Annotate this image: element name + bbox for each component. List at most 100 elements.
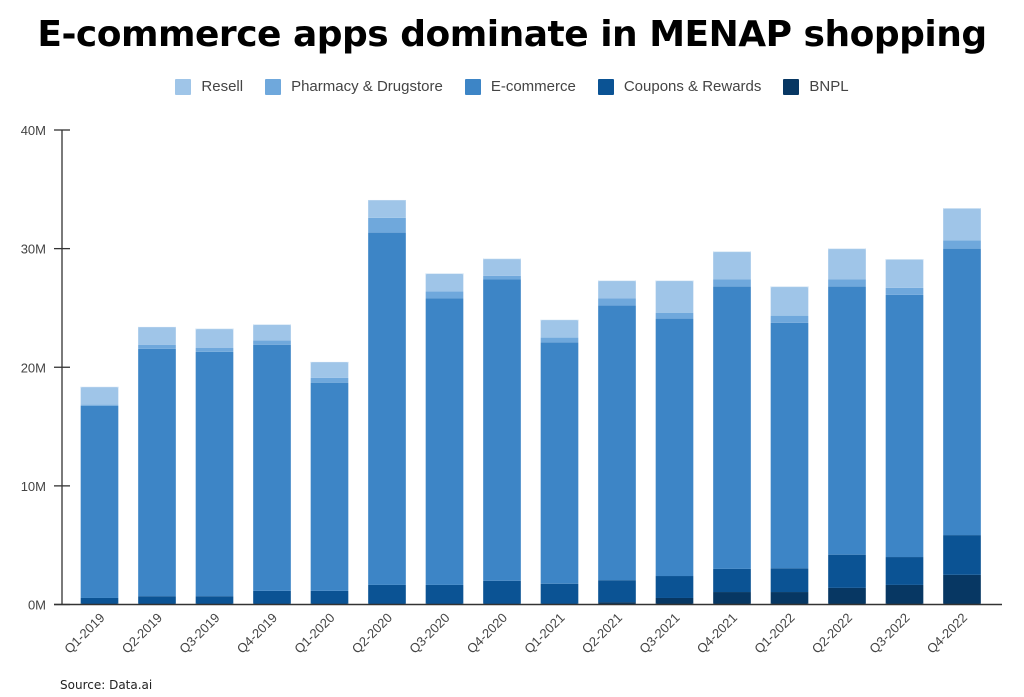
bar-segment bbox=[368, 232, 406, 585]
x-tick-label: Q1-2020 bbox=[291, 610, 337, 656]
chart-plot: 0M 10M 20M 30M 40M Q1-2019 Q2-2019 Q3-2019 Q4-20… bbox=[21, 123, 1002, 656]
bar-segment bbox=[80, 405, 119, 598]
bar-segment bbox=[80, 404, 119, 406]
bar-segment bbox=[770, 315, 809, 323]
bar-segment bbox=[310, 590, 349, 605]
bar-segment bbox=[483, 275, 521, 280]
bar-stack bbox=[885, 258, 924, 605]
bar-segment bbox=[598, 298, 636, 306]
bar-segment bbox=[943, 574, 981, 605]
bar-segment bbox=[425, 291, 464, 299]
x-tick-label: Q2-2020 bbox=[349, 610, 395, 656]
bar-segment bbox=[540, 583, 579, 605]
bar-stack bbox=[540, 319, 579, 605]
bar-stack bbox=[425, 273, 464, 605]
x-tick-label: Q1-2019 bbox=[61, 610, 107, 656]
bar-segment bbox=[828, 286, 866, 555]
bar-segment bbox=[713, 279, 751, 287]
bar-segment bbox=[885, 294, 924, 558]
bar-segment bbox=[655, 318, 694, 577]
y-tick-label: 10M bbox=[21, 479, 46, 494]
bar-stack bbox=[827, 248, 867, 605]
bar-segment bbox=[368, 584, 406, 605]
bar-segment bbox=[80, 386, 119, 405]
x-tick-label: Q4-2020 bbox=[464, 610, 510, 656]
bar-segment bbox=[310, 382, 349, 591]
bar-segment bbox=[483, 580, 521, 605]
bar-segment bbox=[310, 361, 349, 378]
bar-segment bbox=[368, 217, 406, 233]
bar-segment bbox=[943, 208, 981, 241]
bar-segment bbox=[943, 240, 981, 249]
bar-segment bbox=[138, 596, 176, 605]
bar-segment bbox=[540, 319, 579, 338]
y-tick-label: 40M bbox=[21, 123, 46, 138]
y-tick-label: 30M bbox=[21, 242, 46, 257]
x-tick-label: Q2-2019 bbox=[119, 610, 165, 656]
bar-segment bbox=[598, 280, 636, 299]
x-tick-label: Q1-2021 bbox=[521, 610, 567, 656]
bar-segment bbox=[138, 348, 176, 597]
bar-segment bbox=[885, 259, 924, 288]
bar-segment bbox=[885, 287, 924, 295]
bar-segment bbox=[425, 298, 464, 585]
bar-segment bbox=[655, 576, 694, 598]
x-tick-label: Q3-2020 bbox=[406, 610, 452, 656]
bar-segment bbox=[253, 344, 291, 591]
x-tick-label: Q4-2019 bbox=[234, 610, 280, 656]
bar-segment bbox=[195, 596, 234, 605]
y-tick-label: 0M bbox=[28, 598, 46, 613]
bar-segment bbox=[655, 312, 694, 319]
bar-segment bbox=[713, 592, 751, 605]
x-tick-label: Q2-2022 bbox=[809, 610, 855, 656]
bar-segment bbox=[138, 326, 176, 345]
bar-segment bbox=[713, 251, 751, 280]
bar-segment bbox=[885, 584, 924, 605]
bar-segment bbox=[253, 590, 291, 605]
bar-stack bbox=[942, 207, 982, 605]
x-tick-label: Q3-2022 bbox=[866, 610, 912, 656]
bar-segment bbox=[80, 597, 119, 605]
bar-stack bbox=[597, 280, 637, 605]
bar-segment bbox=[598, 305, 636, 581]
bar-segment bbox=[828, 554, 866, 588]
bar-segment bbox=[195, 347, 234, 352]
bar-segment bbox=[483, 279, 521, 581]
x-tick-label: Q3-2021 bbox=[636, 610, 682, 656]
x-tick-label: Q1-2022 bbox=[751, 610, 797, 656]
bar-segment bbox=[310, 377, 349, 383]
bar-segment bbox=[655, 280, 694, 313]
bar-segment bbox=[425, 584, 464, 605]
bar-segment bbox=[540, 337, 579, 343]
bar-segment bbox=[943, 248, 981, 536]
bar-stack bbox=[310, 361, 349, 605]
bar-segment bbox=[885, 557, 924, 585]
bar-segment bbox=[943, 535, 981, 575]
bar-segment bbox=[770, 322, 809, 569]
bar-stack bbox=[195, 328, 234, 605]
bar-segment bbox=[368, 199, 406, 218]
bar-segment bbox=[253, 340, 291, 345]
bar-segment bbox=[598, 580, 636, 603]
bar-stack bbox=[137, 326, 177, 605]
bar-segment bbox=[770, 568, 809, 593]
x-tick-label: Q3-2019 bbox=[176, 610, 222, 656]
bar-segment bbox=[483, 258, 521, 276]
bar-stack bbox=[712, 251, 752, 605]
bar-segment bbox=[195, 328, 234, 348]
bar-segment bbox=[540, 342, 579, 584]
bar-segment bbox=[138, 344, 176, 349]
bar-stack bbox=[80, 386, 119, 605]
x-tick-label: Q4-2021 bbox=[694, 610, 740, 656]
bar-segment bbox=[253, 324, 291, 341]
bar-segment bbox=[713, 568, 751, 593]
bar-segment bbox=[713, 286, 751, 569]
bar-stack bbox=[770, 286, 809, 605]
bar-segment bbox=[828, 279, 866, 287]
bar-stack bbox=[367, 199, 407, 606]
bar-segment bbox=[770, 286, 809, 316]
bar-stack bbox=[655, 280, 694, 605]
bar-stack bbox=[252, 324, 292, 605]
bar-segment bbox=[655, 597, 694, 605]
bar-segment bbox=[828, 248, 866, 280]
